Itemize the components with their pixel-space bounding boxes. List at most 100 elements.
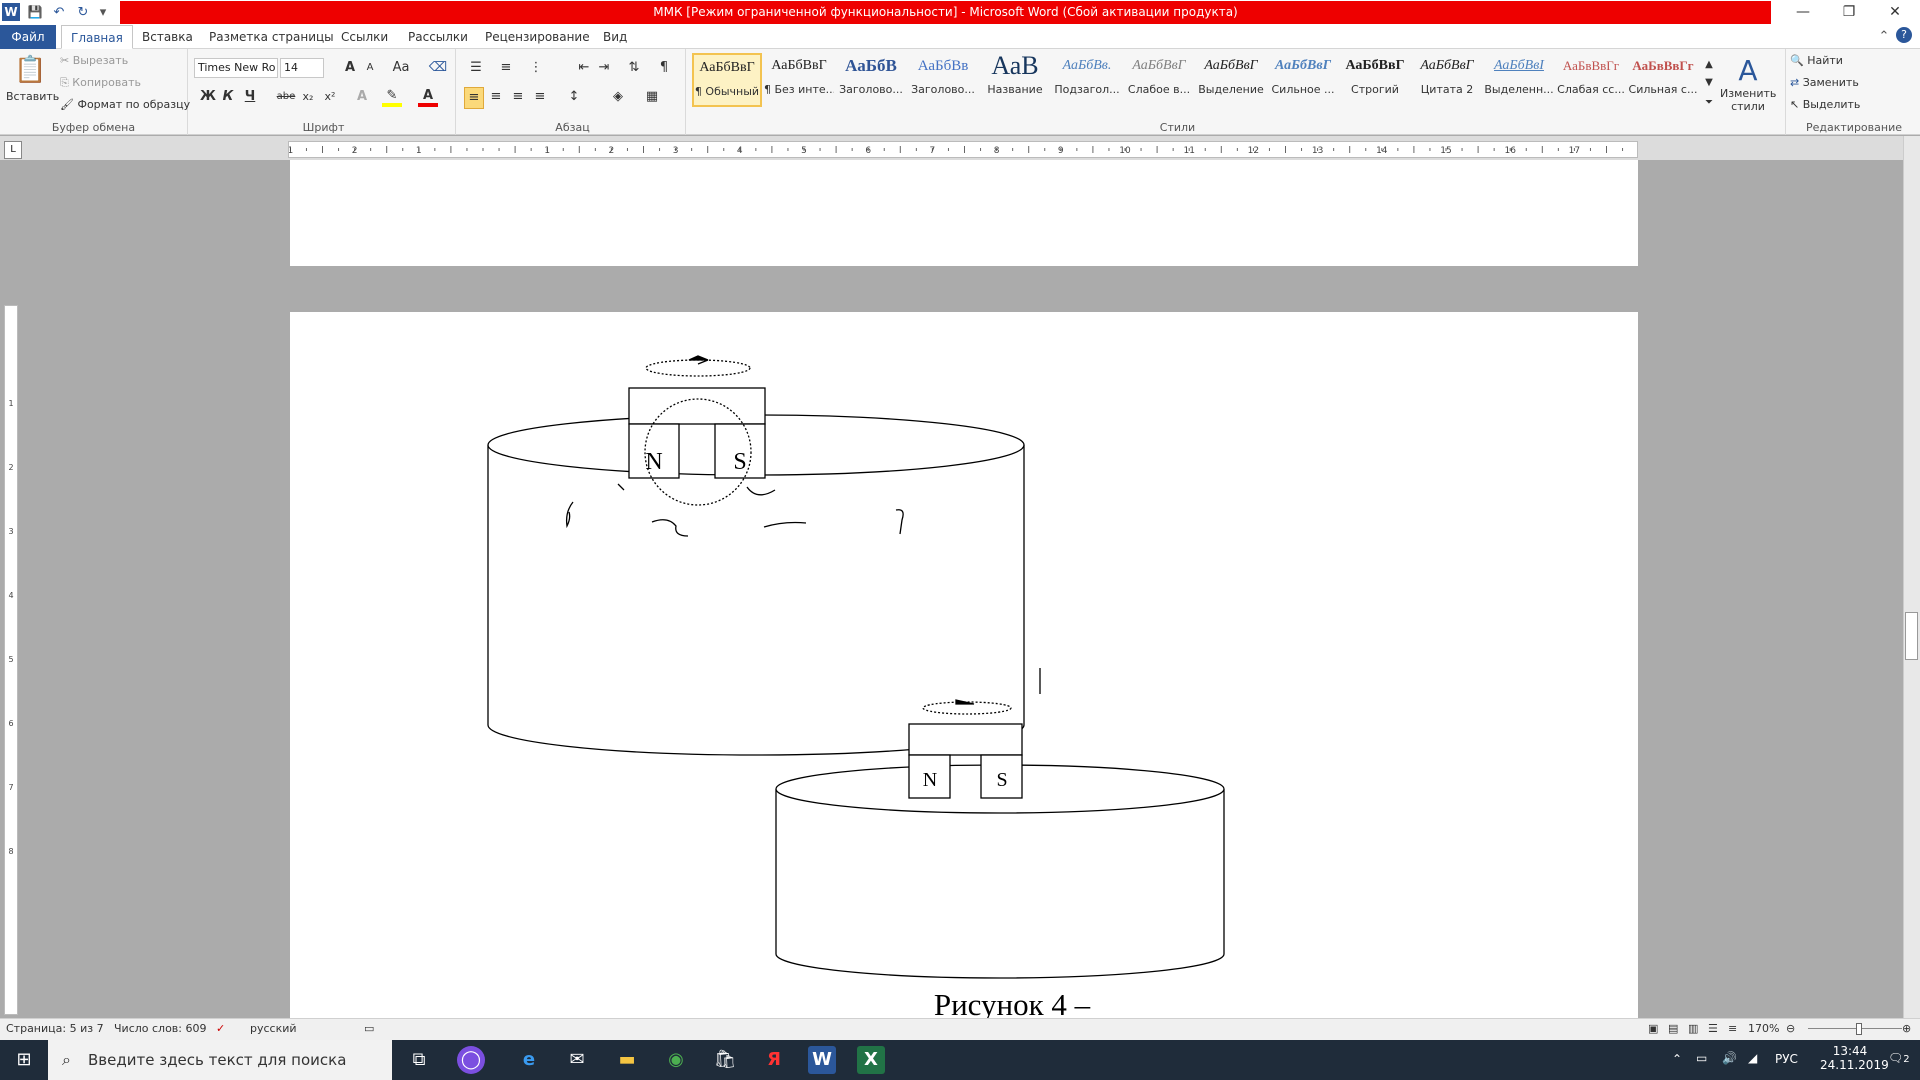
style-heading-1[interactable]: АаБбВ Заголово...: [836, 53, 906, 107]
zoom-slider-thumb[interactable]: [1856, 1023, 1862, 1035]
highlight-icon[interactable]: ✎: [382, 87, 402, 107]
align-center-icon[interactable]: ≡: [486, 87, 506, 107]
zoom-level[interactable]: 170%: [1748, 1022, 1779, 1035]
font-name-select[interactable]: Times New Ro: [194, 58, 278, 78]
tray-chevron-icon[interactable]: ⌃: [1672, 1052, 1682, 1066]
explorer-icon[interactable]: ▬: [613, 1046, 641, 1074]
numbering-icon[interactable]: ≡: [496, 58, 516, 78]
style-normal[interactable]: АаБбВвГ ¶ Обычный: [692, 53, 762, 107]
decrease-indent-icon[interactable]: ⇤: [574, 58, 594, 78]
page-previous[interactable]: [290, 160, 1638, 266]
styles-more-icon[interactable]: ⏷: [1702, 93, 1716, 113]
style-title[interactable]: АаВ Название: [980, 53, 1050, 107]
bold-button[interactable]: Ж: [198, 87, 218, 107]
style-quote-2[interactable]: АаБбВвГ Цитата 2: [1412, 53, 1482, 107]
chrome-icon[interactable]: ◉: [662, 1046, 690, 1074]
word-taskbar-icon[interactable]: W: [808, 1046, 836, 1074]
style-subtle-emphasis[interactable]: АаБбВвГ Слабое в...: [1124, 53, 1194, 107]
style-subtle-reference[interactable]: АаБвВвГг Слабая сс...: [1556, 53, 1626, 107]
yandex-icon[interactable]: Я: [760, 1046, 788, 1074]
style-subtitle[interactable]: АаБбВв. Подзагол...: [1052, 53, 1122, 107]
undo-icon[interactable]: ↶: [50, 5, 68, 20]
change-styles-button[interactable]: Изменить стили: [1720, 87, 1776, 113]
web-layout-icon[interactable]: ▥: [1688, 1022, 1698, 1035]
justify-icon[interactable]: ≡: [530, 87, 550, 107]
style-intense-emphasis[interactable]: АаБбВвГ Сильное ...: [1268, 53, 1338, 107]
edge-icon[interactable]: e: [515, 1046, 543, 1074]
underline-button[interactable]: Ч: [240, 87, 260, 107]
tab-selector-icon[interactable]: L: [4, 141, 22, 159]
vertical-ruler[interactable]: 1 2 3 4 5 6 7 8: [4, 305, 18, 1015]
network-icon[interactable]: ◢: [1748, 1051, 1757, 1065]
clear-formatting-icon[interactable]: ⌫: [428, 58, 448, 78]
tab-references[interactable]: Ссылки: [332, 25, 397, 49]
mail-icon[interactable]: ✉: [563, 1046, 591, 1074]
style-strong[interactable]: АаБбВвГ Строгий: [1340, 53, 1410, 107]
alice-icon[interactable]: ◯: [457, 1046, 485, 1074]
shading-icon[interactable]: ◈: [608, 87, 628, 107]
task-view-icon[interactable]: ⧉: [405, 1046, 433, 1074]
page-current[interactable]: N S N S Рисунок 4 –: [290, 312, 1638, 1018]
save-icon[interactable]: 💾: [26, 5, 44, 19]
increase-indent-icon[interactable]: ⇥: [594, 58, 614, 78]
macro-icon[interactable]: ▭: [364, 1022, 374, 1035]
zoom-in-icon[interactable]: ⊕: [1902, 1022, 1911, 1035]
style-intense-quote[interactable]: АаБбВвI Выделенн...: [1484, 53, 1554, 107]
shrink-font-icon[interactable]: A: [360, 58, 380, 78]
print-layout-icon[interactable]: ▣: [1648, 1022, 1658, 1035]
tab-file[interactable]: Файл: [0, 25, 56, 49]
restore-button[interactable]: ❐: [1826, 0, 1872, 25]
paste-icon[interactable]: 📋: [14, 53, 46, 87]
outline-icon[interactable]: ☰: [1708, 1022, 1718, 1035]
tab-view[interactable]: Вид: [594, 25, 636, 49]
replace-button[interactable]: ⇄ Заменить: [1790, 75, 1859, 91]
ribbon-collapse-icon[interactable]: ⌃: [1874, 27, 1894, 47]
minimize-button[interactable]: —: [1780, 0, 1826, 25]
font-color-icon[interactable]: A: [418, 87, 438, 107]
tab-review[interactable]: Рецензирование: [476, 25, 599, 49]
find-button[interactable]: 🔍 Найти: [1790, 53, 1843, 69]
paste-button[interactable]: Вставить: [6, 89, 59, 105]
align-left-icon[interactable]: ≡: [464, 87, 484, 109]
input-language[interactable]: РУС: [1775, 1052, 1798, 1066]
language-indicator[interactable]: русский: [250, 1022, 297, 1035]
subscript-button[interactable]: x₂: [298, 87, 318, 107]
volume-icon[interactable]: 🔊: [1722, 1051, 1737, 1065]
sort-icon[interactable]: ⇅: [624, 58, 644, 78]
style-intense-reference[interactable]: АаБвВвГг Сильная с...: [1628, 53, 1698, 107]
text-effects-icon[interactable]: A: [352, 87, 372, 107]
format-painter-button[interactable]: 🖌 Формат по образцу: [60, 97, 190, 113]
styles-scroll-down-icon[interactable]: ▼: [1702, 73, 1716, 93]
help-icon[interactable]: ?: [1896, 27, 1912, 43]
vertical-scrollbar[interactable]: [1903, 136, 1920, 1018]
grow-font-icon[interactable]: A: [340, 58, 360, 78]
windows-start-icon[interactable]: ⊞: [10, 1046, 38, 1074]
reading-layout-icon[interactable]: ▤: [1668, 1022, 1678, 1035]
tab-home[interactable]: Главная: [61, 25, 133, 49]
show-marks-icon[interactable]: ¶: [654, 58, 674, 78]
horizontal-ruler[interactable]: 1 2 1 1 2 3 4 5 6 7 8 9 10 11 12 13 14 15 16 17: [288, 141, 1638, 158]
style-no-spacing[interactable]: АаБбВвГ ¶ Без инте...: [764, 53, 834, 107]
battery-icon[interactable]: ▭: [1696, 1051, 1707, 1065]
styles-scroll-up-icon[interactable]: ▲: [1702, 55, 1716, 75]
notifications-icon[interactable]: 🗨2: [1888, 1051, 1910, 1065]
font-size-select[interactable]: 14: [280, 58, 324, 78]
close-button[interactable]: ✕: [1872, 0, 1918, 25]
excel-taskbar-icon[interactable]: X: [857, 1046, 885, 1074]
taskbar-search[interactable]: ⌕ Введите здесь текст для поиска: [48, 1040, 392, 1080]
line-spacing-icon[interactable]: ↕: [564, 87, 584, 107]
tab-page-layout[interactable]: Разметка страницы: [200, 25, 343, 49]
bullets-icon[interactable]: ☰: [466, 58, 486, 78]
customize-qat-icon[interactable]: ▾: [98, 5, 108, 20]
change-case-icon[interactable]: Aa: [388, 58, 414, 78]
superscript-button[interactable]: x²: [320, 87, 340, 107]
borders-icon[interactable]: ▦: [642, 87, 662, 107]
change-styles-icon[interactable]: A: [1726, 53, 1770, 89]
scrollbar-thumb[interactable]: [1905, 612, 1918, 660]
zoom-slider[interactable]: [1808, 1028, 1902, 1029]
proofing-icon[interactable]: ✓: [216, 1022, 225, 1035]
italic-button[interactable]: К: [218, 87, 238, 107]
page-count[interactable]: Страница: 5 из 7: [6, 1022, 104, 1035]
draft-icon[interactable]: ≡: [1728, 1022, 1737, 1035]
strikethrough-button[interactable]: abe: [276, 87, 296, 107]
